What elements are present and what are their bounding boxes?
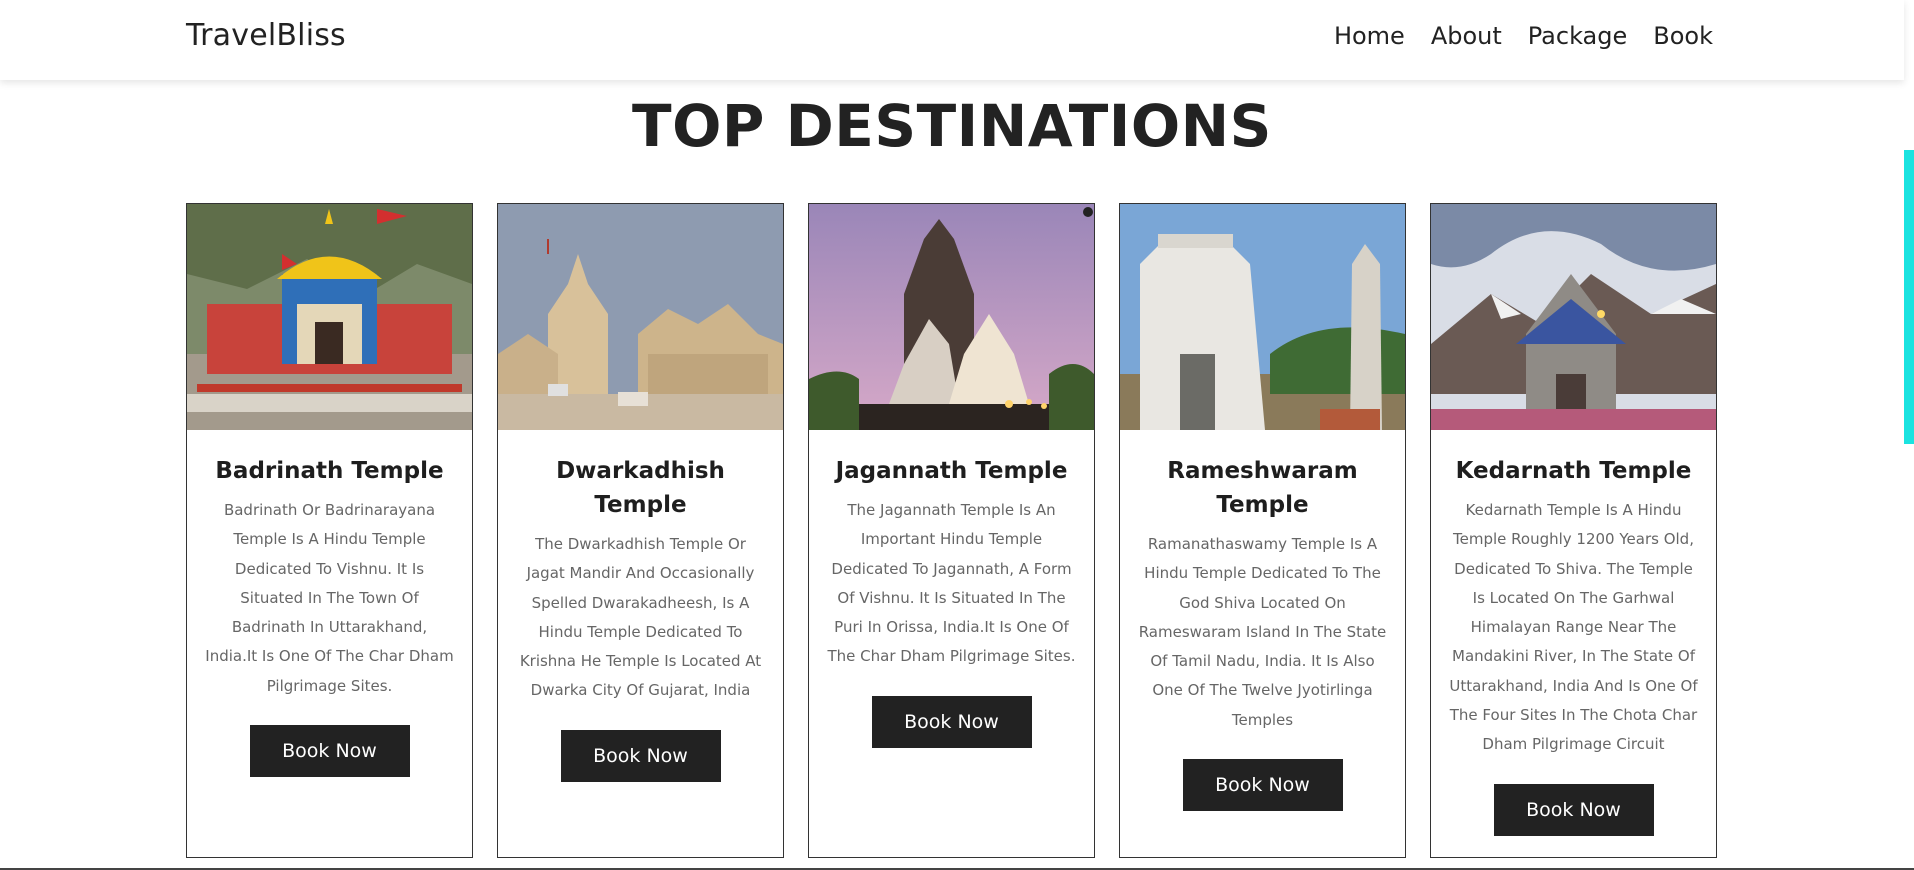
brand-logo[interactable]: TravelBliss [186,18,346,53]
destination-card: Rameshwaram Temple Ramanathaswamy Temple… [1119,203,1406,858]
nav-about[interactable]: About [1431,22,1502,50]
nav-book[interactable]: Book [1653,22,1713,50]
destination-image [498,204,783,430]
nav-package[interactable]: Package [1528,22,1627,50]
card-description: Kedarnath Temple Is A Hindu Temple Rough… [1449,501,1698,754]
destination-image [809,204,1094,430]
book-now-button[interactable]: Book Now [249,725,410,778]
destination-card: Kedarnath Temple Kedarnath Temple Is A H… [1430,203,1717,858]
card-description: The Dwarkadhish Temple Or Jagat Mandir A… [519,535,762,700]
book-now-button[interactable]: Book Now [1182,759,1343,812]
card-description: Badrinath Or Badrinarayana Temple Is A H… [205,501,454,695]
card-title: Badrinath Temple [215,458,444,484]
scrollbar-thumb[interactable] [1904,150,1914,444]
book-now-button[interactable]: Book Now [560,729,721,782]
book-now-button[interactable]: Book Now [871,695,1032,748]
destination-card: Dwarkadhish Temple The Dwarkadhish Templ… [497,203,784,858]
destination-card: Jagannath Temple The Jagannath Temple Is… [808,203,1095,858]
destination-card: Badrinath Temple Badrinath Or Badrinaray… [186,203,473,858]
book-now-button[interactable]: Book Now [1493,783,1654,836]
card-title: Jagannath Temple [835,458,1068,484]
card-description: Ramanathaswamy Temple Is A Hindu Temple … [1138,535,1387,729]
site-header: TravelBliss Home About Package Book [0,0,1904,80]
card-description: The Jagannath Temple Is An Important Hin… [827,501,1076,666]
card-body: Dwarkadhish Temple The Dwarkadhish Templ… [498,430,783,782]
card-body: Rameshwaram Temple Ramanathaswamy Temple… [1120,430,1405,812]
destination-image [1431,204,1716,430]
card-body: Jagannath Temple The Jagannath Temple Is… [809,430,1094,748]
section-title: TOP DESTINATIONS [632,92,1272,160]
nav-home[interactable]: Home [1334,22,1405,50]
card-body: Kedarnath Temple Kedarnath Temple Is A H… [1431,430,1716,836]
card-title: Kedarnath Temple [1455,458,1692,484]
destination-image [187,204,472,430]
card-title: Rameshwaram Temple [1167,458,1358,518]
destination-cards: Badrinath Temple Badrinath Or Badrinaray… [186,203,1717,858]
card-body: Badrinath Temple Badrinath Or Badrinaray… [187,430,472,778]
main-nav: Home About Package Book [1334,22,1713,50]
card-title: Dwarkadhish Temple [556,458,725,518]
destination-image [1120,204,1405,430]
